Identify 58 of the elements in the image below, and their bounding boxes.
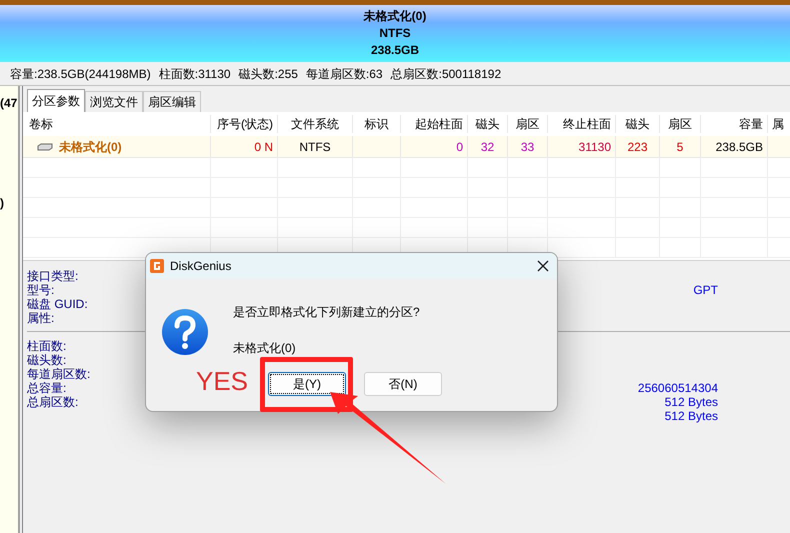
dialog-item-text: 未格式化(0)	[233, 340, 297, 357]
disk-drive-icon	[37, 142, 53, 150]
disk-info-text: 磁头数:255	[238, 66, 298, 82]
partition-label: NTFS	[379, 25, 411, 42]
table-cell-text: 31130	[578, 138, 611, 156]
disk-info-text: 每道扇区数:63	[306, 66, 383, 82]
column-header: 容量	[701, 115, 768, 133]
table-cell-text: 0	[456, 138, 463, 156]
dialog-title: DiskGenius	[170, 258, 232, 275]
dialog-button[interactable]: 否(N)	[364, 372, 442, 396]
disk-info-text: 容量:238.5GB(244198MB)	[10, 66, 151, 82]
table-cell-text: 32	[480, 138, 494, 156]
column-header: 磁头	[468, 115, 508, 133]
detail-label: 属性:	[27, 311, 54, 325]
annotation-text: YES	[196, 368, 248, 394]
dialog-message: 是否立即格式化下列新建立的分区?	[233, 304, 420, 321]
partition-size-text: (47	[0, 95, 18, 112]
table-cell-text: 223	[627, 138, 648, 156]
detail-label: 总扇区数:	[27, 395, 78, 409]
column-header: 终止柱面	[548, 115, 616, 133]
column-header: 扇区	[660, 115, 701, 133]
column-header: 标识	[353, 115, 401, 133]
table-cell-text: 5	[676, 138, 684, 156]
column-header: 起始柱面	[401, 115, 468, 133]
detail-value: GPT	[693, 283, 718, 297]
tab[interactable]: 分区参数	[27, 89, 85, 112]
table-cell-text: 0 N	[254, 138, 273, 156]
detail-value: 512 Bytes	[664, 395, 718, 409]
detail-value: 256060514304	[638, 381, 718, 395]
table-cell-text: 33	[520, 138, 534, 156]
tab[interactable]: 浏览文件	[85, 91, 143, 112]
detail-value: 512 Bytes	[664, 409, 718, 423]
disk-info-text: 总扇区数:500118192	[390, 66, 502, 82]
column-header: 扇区	[508, 115, 548, 133]
column-header: 属	[768, 115, 790, 133]
disk-info-text: 柱面数:31130	[158, 66, 231, 82]
dialog-button[interactable]: 是(Y)	[268, 372, 346, 396]
column-header: 卷标	[23, 115, 211, 133]
detail-label: 磁头数:	[27, 353, 66, 367]
detail-label: 接口类型:	[27, 269, 78, 283]
partition-label: 238.5GB	[370, 42, 420, 59]
table-cell-text: 238.5GB	[716, 138, 763, 156]
column-header: 文件系统	[278, 115, 353, 133]
table-cell-text: NTFS	[299, 138, 331, 156]
detail-label: 型号:	[27, 283, 54, 297]
detail-label: 柱面数:	[27, 339, 66, 353]
column-header: 磁头	[616, 115, 660, 133]
detail-label: 总容量:	[27, 381, 66, 395]
detail-label: 每道扇区数:	[27, 367, 90, 381]
question-icon	[161, 308, 209, 356]
close-icon[interactable]	[537, 260, 549, 272]
tab[interactable]: 扇区编辑	[143, 91, 201, 112]
partition-size-text: )	[0, 195, 4, 212]
partition-label: 未格式化(0)	[364, 8, 426, 25]
detail-label: 磁盘 GUID:	[27, 297, 88, 311]
app-logo-icon	[150, 259, 164, 273]
column-header: 序号(状态)	[211, 115, 278, 133]
table-cell-text: 未格式化(0)	[59, 138, 122, 156]
